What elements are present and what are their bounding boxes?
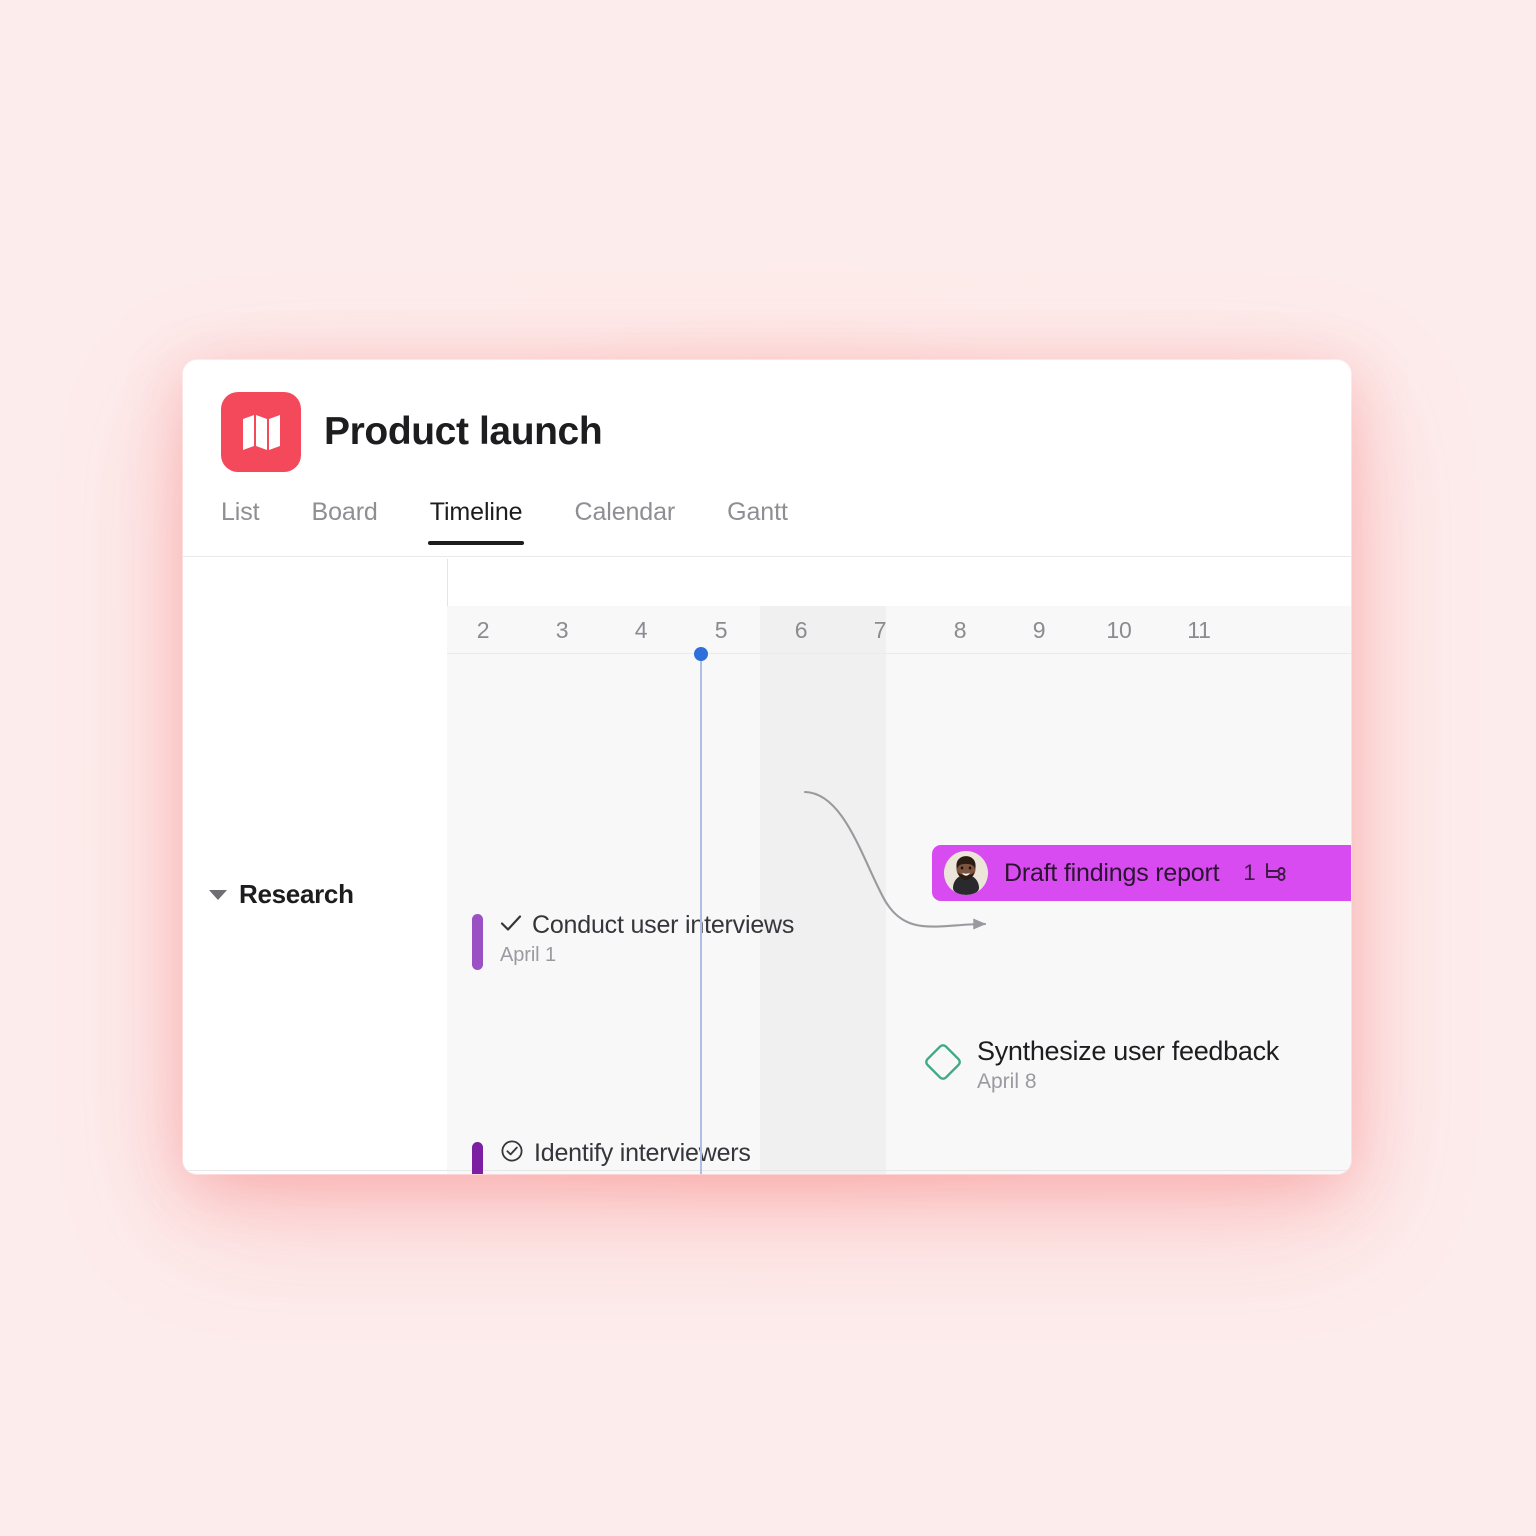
task-date: April 1 [500, 944, 556, 966]
day-cell-11[interactable]: 11 [1159, 606, 1239, 654]
group-name-research: Research [239, 879, 354, 909]
page-backdrop: Product launch List Board Timeline Calen… [0, 0, 1536, 1536]
diamond-milestone-icon[interactable] [921, 1040, 965, 1089]
task-body: Conduct user interviews April 1 [500, 911, 794, 967]
task-body: Identify interviewers April 1 [500, 1139, 751, 1174]
task-title-line: Conduct user interviews [500, 911, 794, 940]
tab-timeline[interactable]: Timeline [427, 492, 525, 545]
timeline-view: April 1 2 3 4 5 6 7 8 9 10 11 [183, 557, 1351, 1174]
check-circle-icon [500, 1139, 524, 1168]
day-cell-2[interactable]: 2 [443, 606, 523, 654]
tab-calendar[interactable]: Calendar [574, 492, 675, 545]
task-title: Conduct user interviews [532, 911, 795, 939]
subtask-branch-icon [1263, 861, 1287, 886]
tab-gantt[interactable]: Gantt [727, 492, 788, 545]
subtask-meta: 1 [1243, 860, 1286, 886]
day-cell-10[interactable]: 10 [1079, 606, 1159, 654]
chevron-down-icon[interactable] [209, 889, 227, 900]
task-title-draft-findings: Draft findings report [1004, 858, 1220, 887]
group-header-research[interactable]: Research [209, 879, 354, 910]
day-header-row: 1 2 3 4 5 6 7 8 9 10 11 [397, 606, 1351, 654]
day-cell-5[interactable]: 5 [681, 606, 761, 654]
task-title: Identify interviewers [534, 1139, 751, 1167]
card-header: Product launch List Board Timeline Calen… [183, 360, 1351, 557]
tab-board[interactable]: Board [312, 492, 378, 545]
map-book-icon [221, 392, 301, 472]
assignee-avatar[interactable] [944, 851, 988, 895]
task-title-line: Identify interviewers [500, 1139, 751, 1168]
milestone-body: Synthesize user feedback April 8 [977, 1036, 1279, 1094]
tab-list[interactable]: List [221, 492, 260, 545]
day-cell-4[interactable]: 4 [601, 606, 681, 654]
day-cell-3[interactable]: 3 [522, 606, 602, 654]
day-cell-9[interactable]: 9 [999, 606, 1079, 654]
day-header-divider [447, 653, 1351, 654]
day-cell-8[interactable]: 8 [920, 606, 1000, 654]
milestone-date: April 8 [977, 1070, 1037, 1093]
row-label-gutter [183, 557, 447, 1174]
today-indicator-dot[interactable] [694, 647, 708, 661]
day-cell-6[interactable]: 6 [761, 606, 841, 654]
subtask-count: 1 [1243, 860, 1256, 885]
page-title: Product launch [324, 410, 603, 453]
task-date: April 1 [500, 1172, 751, 1174]
day-cell-7[interactable]: 7 [840, 606, 920, 654]
task-bar-draft-findings[interactable]: Draft findings report 1 [932, 845, 1351, 901]
task-handle[interactable] [472, 914, 483, 970]
task-handle[interactable] [472, 1142, 483, 1174]
checkmark-icon [500, 914, 522, 937]
weekend-shading [760, 606, 886, 1174]
month-strip [183, 557, 1351, 606]
task-conduct-user-interviews[interactable]: Conduct user interviews April 1 [472, 911, 794, 970]
milestone-title: Synthesize user feedback [977, 1036, 1279, 1066]
view-tabs: List Board Timeline Calendar Gantt [183, 492, 1351, 556]
project-card: Product launch List Board Timeline Calen… [183, 360, 1351, 1174]
task-identify-interviewers[interactable]: Identify interviewers April 1 [472, 1139, 751, 1174]
group-divider [183, 1170, 1351, 1171]
today-indicator-line [700, 654, 702, 1174]
milestone-synthesize-user-feedback[interactable]: Synthesize user feedback April 8 [921, 1036, 1279, 1094]
month-divider [447, 559, 448, 606]
